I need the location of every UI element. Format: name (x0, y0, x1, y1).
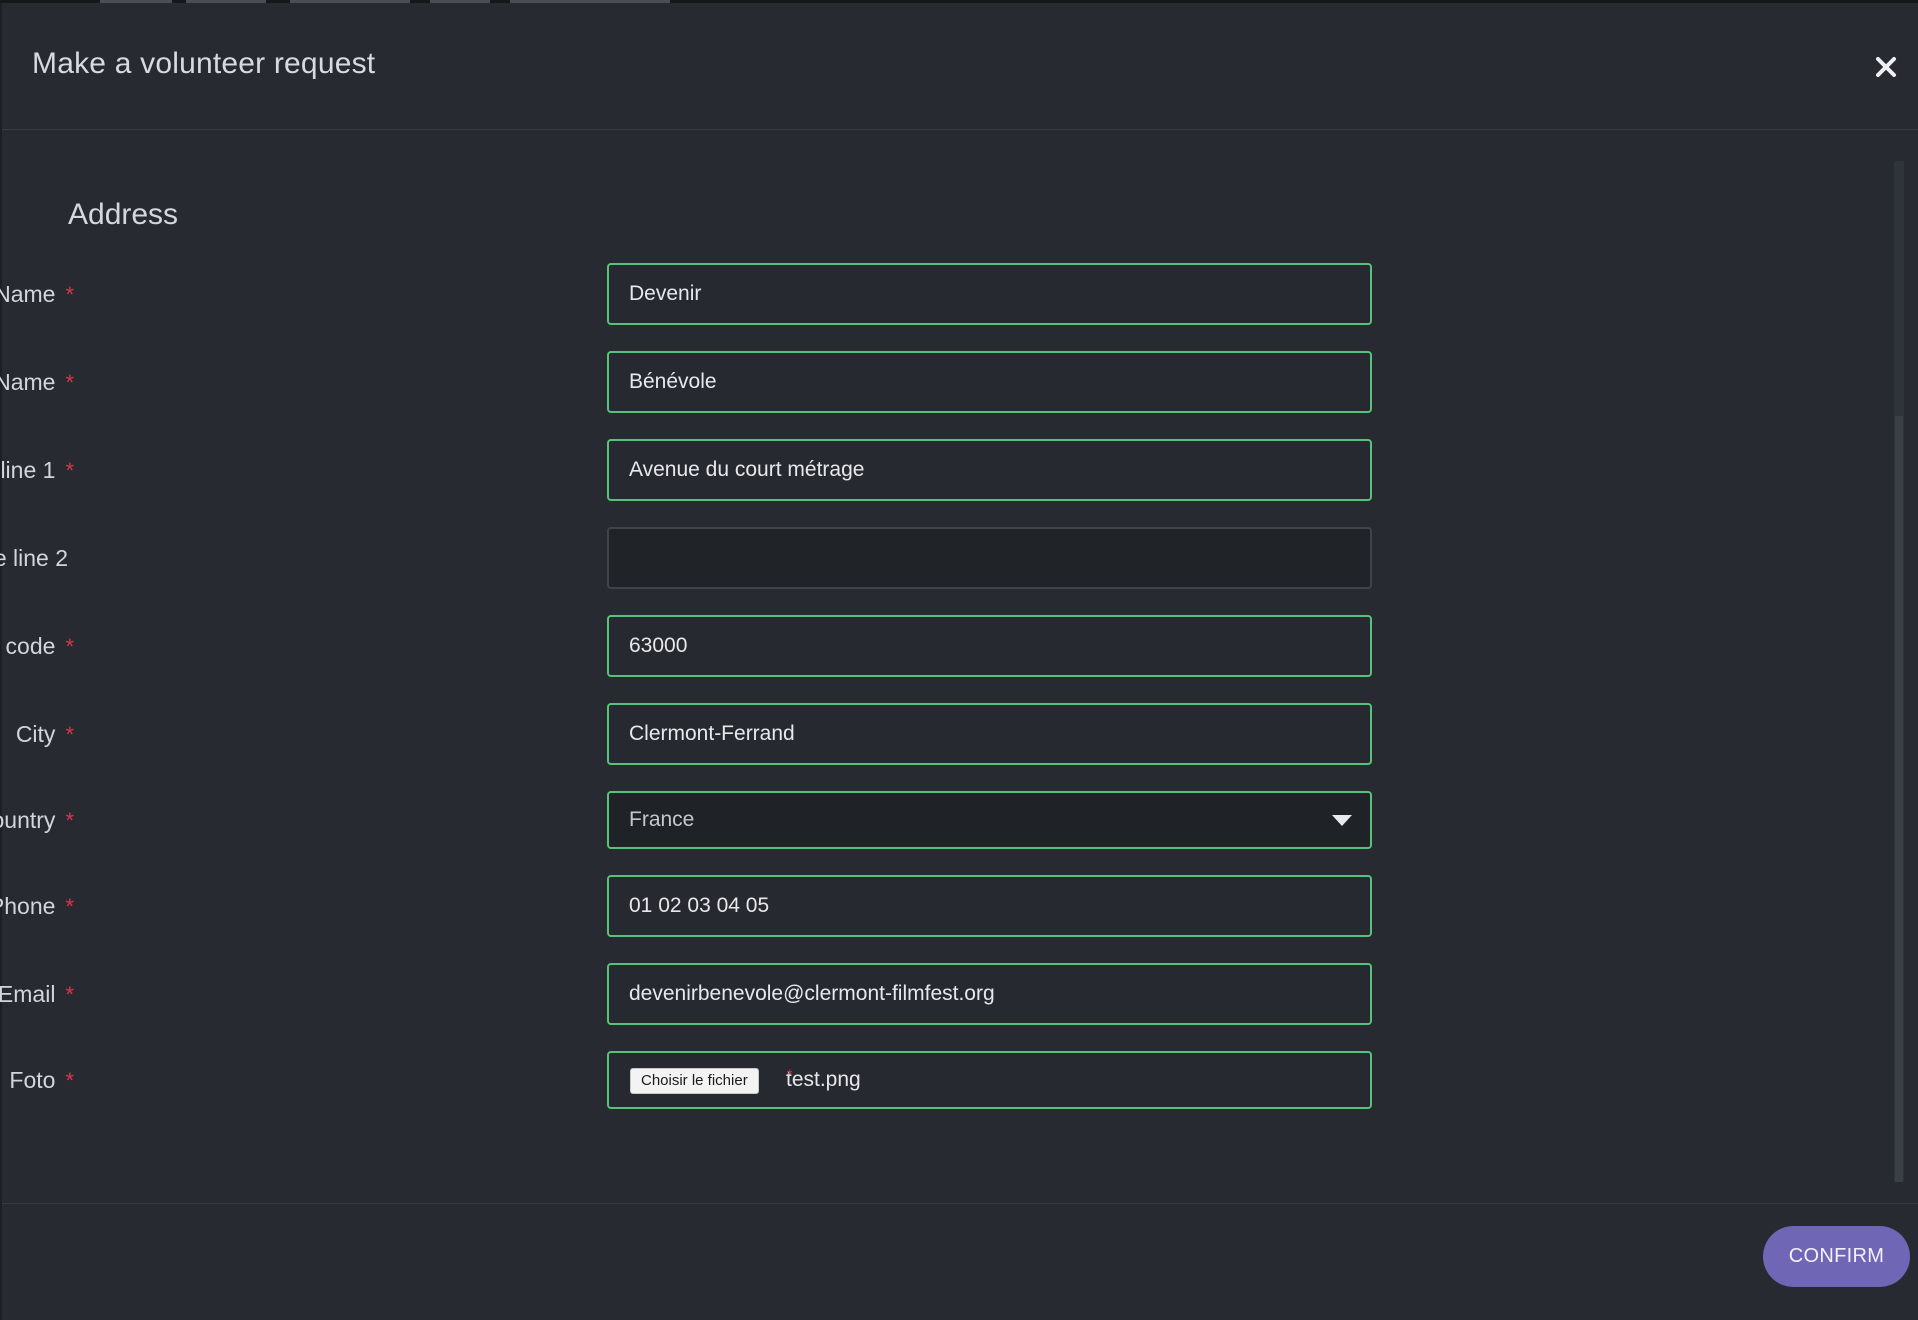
address-line-1-input[interactable]: Avenue du court métrage (607, 439, 1372, 501)
field-label: Adresse line 2 (0, 527, 68, 589)
field-label: Email * (0, 963, 74, 1025)
zip-code-input[interactable]: 63000 (607, 615, 1372, 677)
form-row-first-name: First Name * Bénévole (0, 351, 1402, 413)
input-value: devenirbenevole@clermont-filmfest.org (629, 982, 995, 1005)
required-marker: * (65, 634, 74, 659)
required-marker: * (65, 282, 74, 307)
field-label-text: Foto (9, 1067, 56, 1093)
required-marker: * (65, 722, 74, 747)
form-row-country: Country * France (0, 791, 1402, 849)
form-row-phone: Phone * 01 02 03 04 05 (0, 875, 1402, 937)
foto-file-input: Choisir le fichier test.png * (607, 1051, 1372, 1109)
field-label-text: Name (0, 281, 56, 307)
required-marker: * (65, 894, 74, 919)
first-name-input[interactable]: Bénévole (607, 351, 1372, 413)
selected-file-name: test.png (786, 1068, 861, 1091)
modal-scrollbar[interactable] (1894, 161, 1904, 1182)
field-label-text: Country (0, 807, 56, 833)
email-input[interactable]: devenirbenevole@clermont-filmfest.org (607, 963, 1372, 1025)
input-value: Devenir (629, 282, 702, 305)
required-marker: * (65, 1068, 74, 1093)
required-marker: * (787, 1066, 793, 1082)
required-marker: * (65, 370, 74, 395)
chevron-down-icon (1332, 815, 1352, 826)
input-value: 63000 (629, 634, 688, 657)
field-label: First Name * (0, 351, 74, 413)
name-input[interactable]: Devenir (607, 263, 1372, 325)
field-label-text: Email (0, 981, 56, 1007)
field-label-text: Phone (0, 893, 56, 919)
modal-footer: CONFIRM (2, 1203, 1918, 1320)
phone-input[interactable]: 01 02 03 04 05 (607, 875, 1372, 937)
form-row-name: Name * Devenir (0, 263, 1402, 325)
section-title: Address (68, 198, 179, 231)
modal-header: Make a volunteer request (2, 3, 1918, 130)
country-select[interactable]: France (607, 791, 1372, 849)
input-value: Bénévole (629, 370, 717, 393)
form-row-address-line-1: Adresse line 1 * Avenue du court métrage (0, 439, 1402, 501)
form-row-city: City * Clermont-Ferrand (2, 703, 1402, 765)
field-label-text: First Name (0, 369, 56, 395)
input-value: 01 02 03 04 05 (629, 894, 770, 917)
address-line-2-input[interactable] (607, 527, 1372, 589)
required-marker: * (65, 982, 74, 1007)
field-label: Zip code * (0, 615, 74, 677)
volunteer-request-modal: Make a volunteer request Address Name * D… (0, 3, 1918, 1320)
field-label: City * (16, 703, 74, 765)
form-row-foto: Foto * Choisir le fichier test.png * (2, 1051, 1402, 1109)
field-label: Phone * (0, 875, 74, 937)
modal-body: Address Name * Devenir First Name * Bénévo… (0, 130, 1918, 1203)
field-label-text: Adresse line 2 (0, 545, 68, 571)
close-icon (1876, 57, 1896, 77)
field-label: Foto * (9, 1051, 74, 1109)
modal-title: Make a volunteer request (32, 47, 376, 80)
selected-value: France (629, 808, 695, 831)
scrollbar-thumb[interactable] (1895, 416, 1903, 1182)
confirm-button[interactable]: CONFIRM (1763, 1226, 1910, 1287)
form-row-email: Email * devenirbenevole@clermont-filmfest… (0, 963, 1402, 1025)
field-label-text: Zip code (0, 633, 56, 659)
city-input[interactable]: Clermont-Ferrand (607, 703, 1372, 765)
required-marker: * (65, 458, 74, 483)
form-row-address-line-2: Adresse line 2 (0, 527, 1402, 589)
choose-file-button[interactable]: Choisir le fichier (630, 1068, 759, 1094)
field-label-text: City (15, 721, 56, 747)
input-value: Clermont-Ferrand (629, 722, 795, 745)
field-label: Adresse line 1 * (0, 439, 74, 501)
close-button[interactable] (1868, 49, 1904, 85)
required-marker: * (65, 808, 74, 833)
input-value: Avenue du court métrage (629, 458, 865, 481)
field-label: Name * (0, 263, 74, 325)
field-label: Country * (0, 791, 74, 849)
field-label-text: Adresse line 1 (0, 457, 56, 483)
form-row-zip-code: Zip code * 63000 (0, 615, 1402, 677)
